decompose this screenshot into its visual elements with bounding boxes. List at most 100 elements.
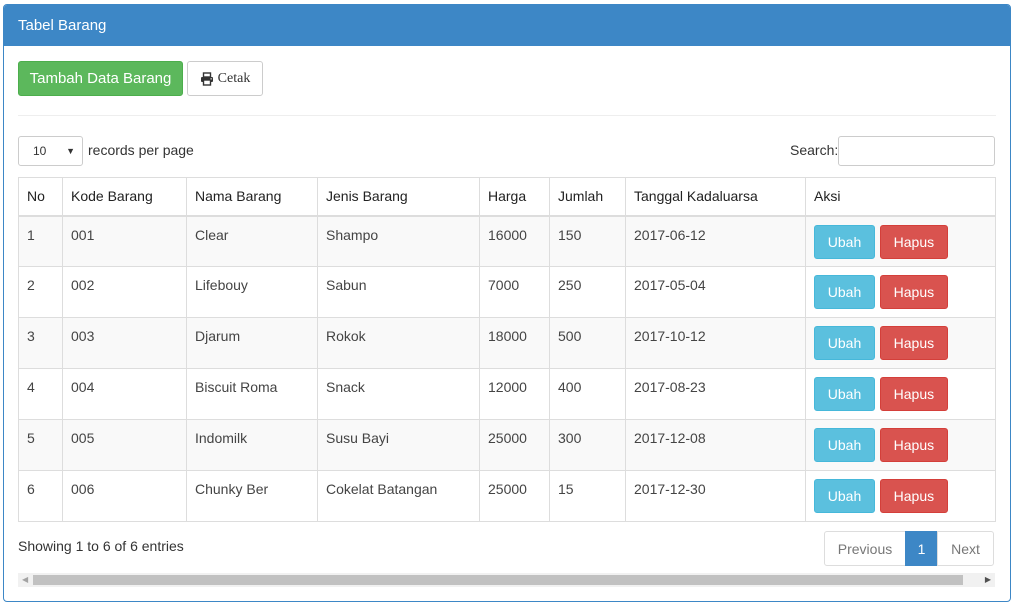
cell-kode-barang: 003 [62, 317, 187, 369]
cell-harga: 18000 [479, 317, 550, 369]
scrollbar-thumb[interactable] [33, 575, 963, 585]
cell-aksi: Ubah Hapus [805, 368, 996, 420]
previous-page-button[interactable]: Previous [824, 531, 906, 566]
cell-tanggal-kadaluarsa: 2017-08-23 [625, 368, 806, 420]
next-page-button[interactable]: Next [937, 531, 994, 566]
cell-nama-barang: Biscuit Roma [186, 368, 318, 420]
panel-body: Tambah Data Barang Cetak 10 ▼ records pe… [4, 46, 1010, 601]
column-header-tanggal-kadaluarsa[interactable]: Tanggal Kadaluarsa [625, 177, 806, 217]
cell-kode-barang: 006 [62, 470, 187, 522]
cell-jumlah: 400 [549, 368, 626, 420]
cell-tanggal-kadaluarsa: 2017-12-08 [625, 419, 806, 471]
table-row: 1 001 Clear Shampo 16000 150 2017-06-12 … [18, 215, 996, 267]
edit-button[interactable]: Ubah [814, 428, 875, 462]
cell-jumlah: 250 [549, 266, 626, 318]
cell-jenis-barang: Susu Bayi [317, 419, 480, 471]
cell-harga: 25000 [479, 419, 550, 471]
column-header-aksi: Aksi [805, 177, 996, 217]
cell-tanggal-kadaluarsa: 2017-12-30 [625, 470, 806, 522]
cell-kode-barang: 002 [62, 266, 187, 318]
print-icon [200, 71, 214, 86]
delete-button[interactable]: Hapus [879, 275, 948, 309]
table-row: 4 004 Biscuit Roma Snack 12000 400 2017-… [18, 368, 996, 420]
cell-jenis-barang: Shampo [317, 215, 480, 267]
edit-button[interactable]: Ubah [814, 224, 875, 259]
caret-down-icon: ▼ [66, 146, 75, 156]
delete-button[interactable]: Hapus [879, 428, 948, 462]
cell-nama-barang: Chunky Ber [186, 470, 318, 522]
cell-no: 5 [18, 419, 63, 471]
column-header-nama-barang[interactable]: Nama Barang [186, 177, 318, 217]
cell-harga: 7000 [479, 266, 550, 318]
cell-nama-barang: Clear [186, 215, 318, 267]
cell-harga: 16000 [479, 215, 550, 267]
cell-nama-barang: Lifebouy [186, 266, 318, 318]
cell-aksi: Ubah Hapus [805, 317, 996, 369]
table-header-row: No Kode Barang Nama Barang Jenis Barang … [18, 177, 996, 217]
cell-aksi: Ubah Hapus [805, 215, 996, 267]
pagination: Previous 1 Next [824, 531, 994, 566]
cell-no: 2 [18, 266, 63, 318]
cell-no: 3 [18, 317, 63, 369]
cell-jumlah: 15 [549, 470, 626, 522]
cell-tanggal-kadaluarsa: 2017-10-12 [625, 317, 806, 369]
print-button[interactable]: Cetak [187, 61, 263, 96]
table-row: 6 006 Chunky Ber Cokelat Batangan 25000 … [18, 470, 996, 522]
delete-button[interactable]: Hapus [879, 326, 948, 360]
column-header-jumlah[interactable]: Jumlah [549, 177, 626, 217]
divider [18, 115, 996, 116]
cell-kode-barang: 001 [62, 215, 187, 267]
cell-aksi: Ubah Hapus [805, 419, 996, 471]
cell-jenis-barang: Rokok [317, 317, 480, 369]
search-label: Search: [790, 142, 839, 158]
delete-button[interactable]: Hapus [879, 224, 948, 259]
column-header-jenis-barang[interactable]: Jenis Barang [317, 177, 480, 217]
edit-button[interactable]: Ubah [814, 479, 875, 513]
cell-no: 4 [18, 368, 63, 420]
search-input[interactable] [838, 136, 995, 166]
scroll-left-icon[interactable]: ◀ [22, 575, 28, 584]
cell-jenis-barang: Sabun [317, 266, 480, 318]
cell-tanggal-kadaluarsa: 2017-05-04 [625, 266, 806, 318]
panel-heading: Tabel Barang [4, 5, 1010, 46]
add-item-button[interactable]: Tambah Data Barang [18, 61, 183, 96]
edit-button[interactable]: Ubah [814, 326, 875, 360]
cell-aksi: Ubah Hapus [805, 266, 996, 318]
column-header-kode-barang[interactable]: Kode Barang [62, 177, 187, 217]
cell-nama-barang: Djarum [186, 317, 318, 369]
cell-jenis-barang: Snack [317, 368, 480, 420]
barang-table-wrapper: No Kode Barang Nama Barang Jenis Barang … [18, 177, 996, 522]
cell-harga: 12000 [479, 368, 550, 420]
edit-button[interactable]: Ubah [814, 377, 875, 411]
cell-jumlah: 500 [549, 317, 626, 369]
cell-kode-barang: 004 [62, 368, 187, 420]
cell-aksi: Ubah Hapus [805, 470, 996, 522]
column-header-no[interactable]: No [18, 177, 63, 217]
scroll-right-icon[interactable]: ▶ [985, 575, 991, 584]
delete-button[interactable]: Hapus [879, 479, 948, 513]
table-info: Showing 1 to 6 of 6 entries [18, 538, 184, 554]
table-row: 3 003 Djarum Rokok 18000 500 2017-10-12 … [18, 317, 996, 369]
cell-jenis-barang: Cokelat Batangan [317, 470, 480, 522]
table-row: 2 002 Lifebouy Sabun 7000 250 2017-05-04… [18, 266, 996, 318]
cell-kode-barang: 005 [62, 419, 187, 471]
cell-no: 1 [18, 215, 63, 267]
cell-no: 6 [18, 470, 63, 522]
cell-harga: 25000 [479, 470, 550, 522]
cell-jumlah: 300 [549, 419, 626, 471]
page-1-button[interactable]: 1 [905, 531, 938, 566]
cell-jumlah: 150 [549, 215, 626, 267]
delete-button[interactable]: Hapus [879, 377, 948, 411]
cell-nama-barang: Indomilk [186, 419, 318, 471]
cell-tanggal-kadaluarsa: 2017-06-12 [625, 215, 806, 267]
records-per-page-label: records per page [88, 142, 194, 158]
edit-button[interactable]: Ubah [814, 275, 875, 309]
records-per-page-select[interactable]: 10 ▼ [18, 136, 83, 166]
table-row: 5 005 Indomilk Susu Bayi 25000 300 2017-… [18, 419, 996, 471]
barang-panel: Tabel Barang Tambah Data Barang Cetak 10… [3, 4, 1011, 602]
column-header-harga[interactable]: Harga [479, 177, 550, 217]
horizontal-scrollbar[interactable]: ◀ ▶ [18, 573, 995, 587]
barang-table: No Kode Barang Nama Barang Jenis Barang … [18, 177, 996, 522]
panel-title: Tabel Barang [18, 17, 107, 34]
print-button-label: Cetak [217, 70, 251, 86]
